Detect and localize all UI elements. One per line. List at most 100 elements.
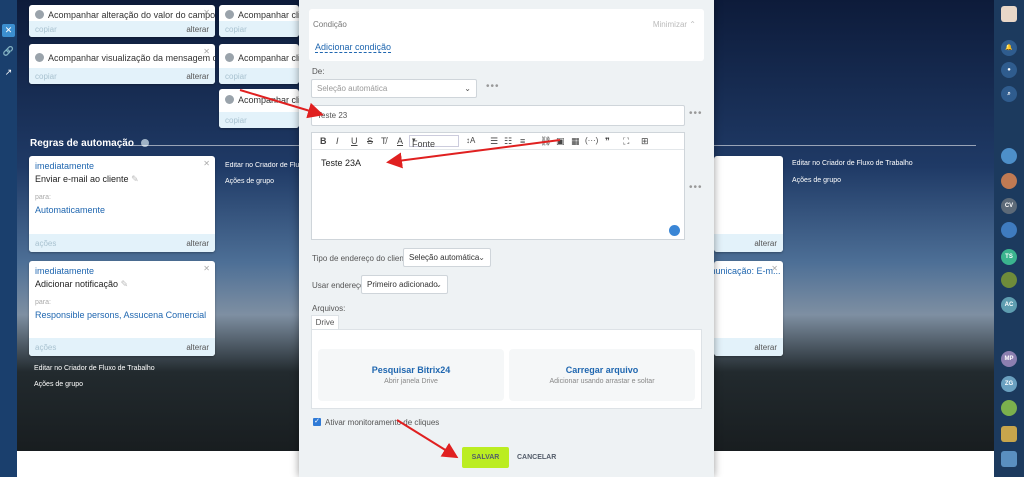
section-title: Regras de automação (30, 138, 149, 149)
bullet-list-icon[interactable]: ☷ (504, 136, 512, 147)
contact-icon[interactable] (1001, 272, 1017, 288)
font-color-icon[interactable]: A (397, 136, 403, 146)
more-icon[interactable]: ••• (689, 108, 703, 119)
clear-format-icon[interactable]: T̸ (381, 136, 387, 146)
copy-link[interactable]: copiar (35, 72, 57, 81)
use-address-select[interactable]: Primeiro adicionado ⌄ (361, 275, 448, 294)
badge-ac[interactable]: AC (1001, 297, 1017, 313)
edit-workflow-link[interactable]: Editar no Criador de Fluxo de Trabalho (225, 162, 299, 169)
bell-icon[interactable]: 🔔 (1001, 40, 1017, 56)
card-track-message-view[interactable]: Acompanhar visualização da mensagem de ✕… (29, 44, 215, 84)
copy-link[interactable]: copiar (225, 25, 247, 34)
rule-add-notification[interactable]: imediatamente ✕ Adicionar notificação ✎ … (29, 261, 215, 356)
code-icon[interactable]: (···) (585, 136, 598, 145)
bold-icon[interactable]: B (320, 136, 327, 146)
files-panel: Pesquisar Bitrix24 Abrir janela Drive Ca… (311, 329, 702, 409)
underline-icon[interactable]: U (351, 136, 358, 146)
app-icon[interactable] (1001, 451, 1017, 467)
settings-icon (35, 10, 44, 19)
close-icon[interactable]: ✕ (203, 159, 210, 168)
track-clicks-checkbox[interactable]: ✓ (313, 418, 321, 426)
card-track-click-1[interactable]: Acompanhar cliqu copiar (219, 5, 299, 37)
edit-link[interactable]: alterar (186, 25, 209, 34)
rule-send-email[interactable]: imediatamente ✕ Enviar e-mail ao cliente… (29, 156, 215, 252)
fullscreen-icon[interactable]: ⛶ (623, 136, 629, 147)
close-icon[interactable]: ✕ (203, 264, 210, 273)
pencil-icon[interactable]: ✎ (131, 174, 139, 184)
close-icon[interactable]: ✕ (2, 24, 15, 37)
copilot-icon[interactable] (669, 225, 680, 236)
align-icon[interactable]: ≡ (520, 136, 525, 146)
external-link-icon[interactable]: ↗ (2, 66, 15, 79)
email-action-dialog: Condição Minimizar ⌃ Adicionar condição … (299, 0, 714, 477)
upload-file-button[interactable]: Carregar arquivo Adicionar usando arrast… (509, 349, 695, 401)
chat-icon[interactable]: ● (1001, 62, 1017, 78)
subject-input[interactable]: Teste 23 (311, 105, 685, 126)
font-size-icon[interactable]: ↕A (466, 136, 475, 145)
editor-body[interactable]: Teste 23A (321, 158, 361, 168)
settings-icon (225, 53, 234, 62)
table-icon[interactable]: ▦ (571, 136, 580, 147)
link-icon[interactable]: 🔗 (2, 45, 15, 58)
copy-link[interactable]: copiar (225, 72, 247, 81)
tab-drive[interactable]: Drive (311, 315, 339, 330)
search-bitrix24-button[interactable]: Pesquisar Bitrix24 Abrir janela Drive (318, 349, 504, 401)
contact-icon[interactable] (1001, 148, 1017, 164)
editor-toolbar: B I U S T̸ A Fonte ▾ ↕A ☰ ☷ ≡ ⛓ ▣ ▦ (···… (312, 133, 684, 150)
card-track-field-change[interactable]: Acompanhar alteração do valor do campo ✕… (29, 5, 215, 37)
search-icon[interactable]: ⌕ (1001, 86, 1017, 102)
badge-ts[interactable]: TS (1001, 249, 1017, 265)
image-icon[interactable]: ▣ (556, 136, 565, 147)
strike-icon[interactable]: S (367, 136, 373, 146)
address-type-select[interactable]: Seleção automática ⌄ (403, 248, 491, 267)
badge-cv[interactable]: CV (1001, 198, 1017, 214)
contact-icon[interactable] (1001, 400, 1017, 416)
pencil-icon[interactable]: ✎ (121, 279, 129, 289)
rule-right-1[interactable]: alterar (714, 156, 783, 252)
badge-mp[interactable]: MP (1001, 351, 1017, 367)
group-actions-link[interactable]: Ações de grupo (225, 178, 274, 185)
avatar[interactable] (1001, 6, 1017, 22)
link-icon[interactable]: ⛓ (540, 136, 551, 147)
close-icon[interactable]: ✕ (203, 8, 210, 17)
chevron-down-icon: ⌄ (435, 280, 442, 289)
card-track-click-2[interactable]: Acompanhar cliqu copiar (219, 44, 299, 84)
close-icon[interactable]: ✕ (771, 264, 778, 273)
from-select[interactable]: Seleção automática ⌄ (311, 79, 477, 98)
group-actions-link[interactable]: Ações de grupo (34, 381, 83, 388)
chevron-down-icon: ⌄ (478, 253, 485, 262)
edit-link[interactable]: alterar (186, 72, 209, 81)
font-select[interactable]: Fonte ▾ (409, 135, 459, 149)
copy-link[interactable]: copiar (35, 25, 57, 34)
save-button[interactable]: SALVAR (462, 447, 509, 468)
contact-icon[interactable] (1001, 222, 1017, 238)
italic-icon[interactable]: I (336, 136, 339, 146)
edit-workflow-link[interactable]: Editar no Criador de Fluxo de Trabalho (34, 365, 155, 372)
card-track-click-3[interactable]: Acompanhar cliqu copiar (219, 89, 299, 128)
close-icon[interactable]: ✕ (203, 47, 210, 56)
divider (714, 145, 976, 146)
minimize-link[interactable]: Minimizar ⌃ (653, 20, 696, 29)
ordered-list-icon[interactable]: ☰ (490, 136, 498, 147)
message-editor[interactable]: B I U S T̸ A Fonte ▾ ↕A ☰ ☷ ≡ ⛓ ▣ ▦ (···… (311, 132, 685, 240)
chevron-up-icon: ⌃ (689, 20, 696, 29)
copy-link[interactable]: copiar (225, 116, 247, 125)
app-icon[interactable] (1001, 426, 1017, 442)
more-icon[interactable]: ••• (486, 81, 500, 92)
right-app-bar: 🔔 ● ⌕ CV TS AC MP ZG (994, 0, 1024, 477)
group-actions-link[interactable]: Ações de grupo (792, 177, 841, 184)
cancel-button[interactable]: CANCELAR (517, 454, 556, 461)
help-icon[interactable] (140, 139, 149, 148)
badge-zg[interactable]: ZG (1001, 376, 1017, 392)
source-icon[interactable]: ⊞ (641, 136, 649, 147)
contact-icon[interactable] (1001, 173, 1017, 189)
quote-icon[interactable]: ❞ (605, 136, 610, 147)
more-icon[interactable]: ••• (689, 182, 703, 193)
rule-right-2[interactable]: municação: E-m... ✕ alterar (714, 261, 783, 356)
add-condition-link[interactable]: Adicionar condição (315, 42, 392, 53)
condition-section: Condição Minimizar ⌃ Adicionar condição (309, 9, 704, 61)
divider (128, 145, 299, 146)
edit-workflow-link[interactable]: Editar no Criador de Fluxo de Trabalho (792, 160, 913, 167)
chevron-down-icon: ⌄ (464, 84, 471, 93)
left-app-bar: ✕ 🔗 ↗ (0, 0, 17, 477)
